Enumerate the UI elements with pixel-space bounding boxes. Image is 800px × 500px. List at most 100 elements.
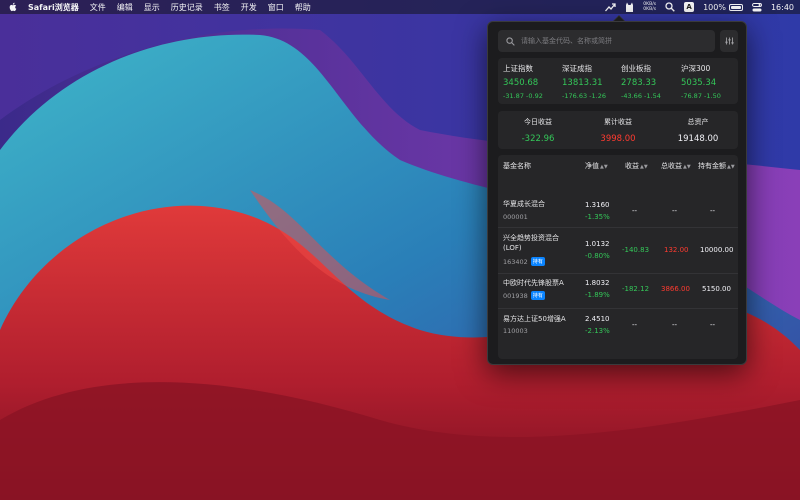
fund-pct: -2.13%	[585, 327, 610, 335]
menu-history[interactable]: 历史记录	[171, 2, 203, 13]
index-value: 13813.31	[562, 78, 603, 88]
fund-code: 000001	[503, 213, 528, 221]
header-holding[interactable]: 持有金额▲▼	[698, 161, 735, 171]
control-center-icon[interactable]	[751, 2, 762, 12]
fund-pct: -1.35%	[585, 213, 610, 221]
earnings-summary-card: 今日收益 -322.96 累计收益 3998.00 总资产 19148.00	[498, 111, 738, 149]
index-value: 5035.34	[681, 78, 717, 88]
sort-icon: ▲▼	[727, 164, 735, 170]
header-fund-name: 基金名称	[503, 162, 531, 170]
apple-logo-icon[interactable]	[8, 2, 18, 12]
holding-badge: 持有	[530, 291, 545, 300]
index-chinext[interactable]: 创业板指 2783.33 -43.66 -1.54	[621, 63, 661, 100]
header-nav[interactable]: 净值▲▼	[585, 161, 608, 171]
fund-nav: 1.8032	[585, 279, 610, 287]
header-nav-label: 净值	[585, 162, 599, 170]
menu-window[interactable]: 窗口	[268, 2, 284, 13]
summary-today-value: -322.96	[521, 134, 555, 144]
summary-total-value: 3998.00	[600, 134, 636, 144]
menu-bar: Safari浏览器 文件 编辑 显示 历史记录 书签 开发 窗口 帮助 0KB/…	[0, 0, 800, 14]
index-change-percent: -1.54	[644, 92, 661, 100]
header-income-label: 收益	[625, 162, 639, 170]
fund-code-line: 163402 持有	[503, 257, 545, 266]
summary-assets: 总资产 19148.00	[658, 117, 738, 144]
summary-total: 累计收益 3998.00	[578, 117, 658, 144]
fund-total: 3866.00	[661, 285, 690, 293]
summary-assets-value: 19148.00	[677, 134, 719, 144]
market-index-card: 上证指数 3450.68 -31.87 -0.92 深证成指 13813.31 …	[498, 58, 738, 104]
index-change: -31.87 -0.92	[503, 92, 543, 100]
fund-code: 001938	[503, 292, 528, 300]
search-icon	[506, 36, 515, 46]
fund-pct: -0.80%	[585, 252, 610, 260]
input-method-icon[interactable]: A	[684, 2, 695, 12]
menu-help[interactable]: 帮助	[295, 2, 311, 13]
fund-total: --	[672, 321, 678, 329]
fund-code: 110003	[503, 327, 528, 335]
fund-nav: 1.0132	[585, 240, 610, 248]
header-income[interactable]: 收益▲▼	[625, 161, 648, 171]
header-holding-label: 持有金额	[698, 162, 726, 170]
fund-holding: 5150.00	[702, 285, 731, 293]
index-shanghai[interactable]: 上证指数 3450.68 -31.87 -0.92	[503, 63, 543, 100]
index-change-percent: -1.26	[589, 92, 606, 100]
fund-popover-panel: 上证指数 3450.68 -31.87 -0.92 深证成指 13813.31 …	[487, 21, 747, 365]
cat-icon[interactable]	[625, 2, 634, 12]
menu-clock[interactable]: 16:40	[771, 3, 794, 12]
search-spotlight-icon[interactable]	[665, 2, 675, 12]
summary-assets-label: 总资产	[687, 118, 709, 126]
battery-icon[interactable]	[728, 3, 743, 11]
index-change: -76.87 -1.50	[681, 92, 721, 100]
menu-view[interactable]: 显示	[144, 2, 160, 13]
index-change-percent: -1.50	[704, 92, 721, 100]
summary-today: 今日收益 -322.96	[498, 117, 578, 144]
fund-name: 易方达上证50增强A	[503, 315, 566, 323]
fund-nav: 1.3160	[585, 201, 610, 209]
fund-holding: --	[710, 321, 716, 329]
index-change-amount: -31.87	[503, 92, 524, 100]
row-divider	[498, 227, 738, 228]
index-name: 创业板指	[621, 64, 651, 73]
popover-arrow-inner	[614, 16, 624, 21]
row-divider	[498, 308, 738, 309]
fund-name: 中欧时代先锋股票A	[503, 279, 564, 287]
fund-code-line: 001938 持有	[503, 291, 545, 300]
network-speed[interactable]: 0KB/s 0KB/s	[643, 2, 656, 12]
menu-edit[interactable]: 编辑	[117, 2, 133, 13]
fund-total: 132.00	[664, 246, 689, 254]
header-total[interactable]: 总收益▲▼	[661, 161, 691, 171]
menu-develop[interactable]: 开发	[241, 2, 257, 13]
sort-icon: ▲▼	[640, 164, 648, 170]
row-divider	[498, 273, 738, 274]
fund-trend-icon[interactable]	[605, 2, 616, 12]
menu-file[interactable]: 文件	[90, 2, 106, 13]
index-name: 上证指数	[503, 64, 533, 73]
index-change-amount: -176.63	[562, 92, 588, 100]
index-change-amount: -43.66	[621, 92, 642, 100]
search-box[interactable]	[498, 30, 715, 52]
fund-table: 基金名称 净值▲▼ 收益▲▼ 总收益▲▼ 持有金额▲▼ 华夏成长混合 00000…	[498, 155, 738, 359]
settings-button[interactable]	[720, 30, 738, 52]
menu-app-name[interactable]: Safari浏览器	[28, 2, 79, 13]
index-shenzhen[interactable]: 深证成指 13813.31 -176.63 -1.26	[562, 63, 606, 100]
battery-percent: 100%	[703, 2, 726, 12]
network-download: 0KB/s	[643, 7, 657, 12]
fund-total: --	[672, 207, 678, 215]
index-change: -43.66 -1.54	[621, 92, 661, 100]
fund-income: -140.83	[622, 246, 650, 254]
search-row	[498, 30, 738, 52]
sort-icon: ▲▼	[600, 164, 608, 170]
summary-total-label: 累计收益	[604, 118, 632, 126]
sort-icon: ▲▼	[683, 164, 691, 170]
index-change: -176.63 -1.26	[562, 92, 606, 100]
fund-nav: 2.4510	[585, 315, 610, 323]
index-change-percent: -0.92	[526, 92, 543, 100]
menu-bookmarks[interactable]: 书签	[214, 2, 230, 13]
fund-search-input[interactable]	[521, 37, 711, 45]
index-name: 沪深300	[681, 64, 711, 73]
fund-income: -182.12	[622, 285, 650, 293]
index-csi300[interactable]: 沪深300 5035.34 -76.87 -1.50	[681, 63, 721, 100]
fund-pct: -1.89%	[585, 291, 610, 299]
fund-income: --	[632, 207, 638, 215]
index-name: 深证成指	[562, 64, 592, 73]
